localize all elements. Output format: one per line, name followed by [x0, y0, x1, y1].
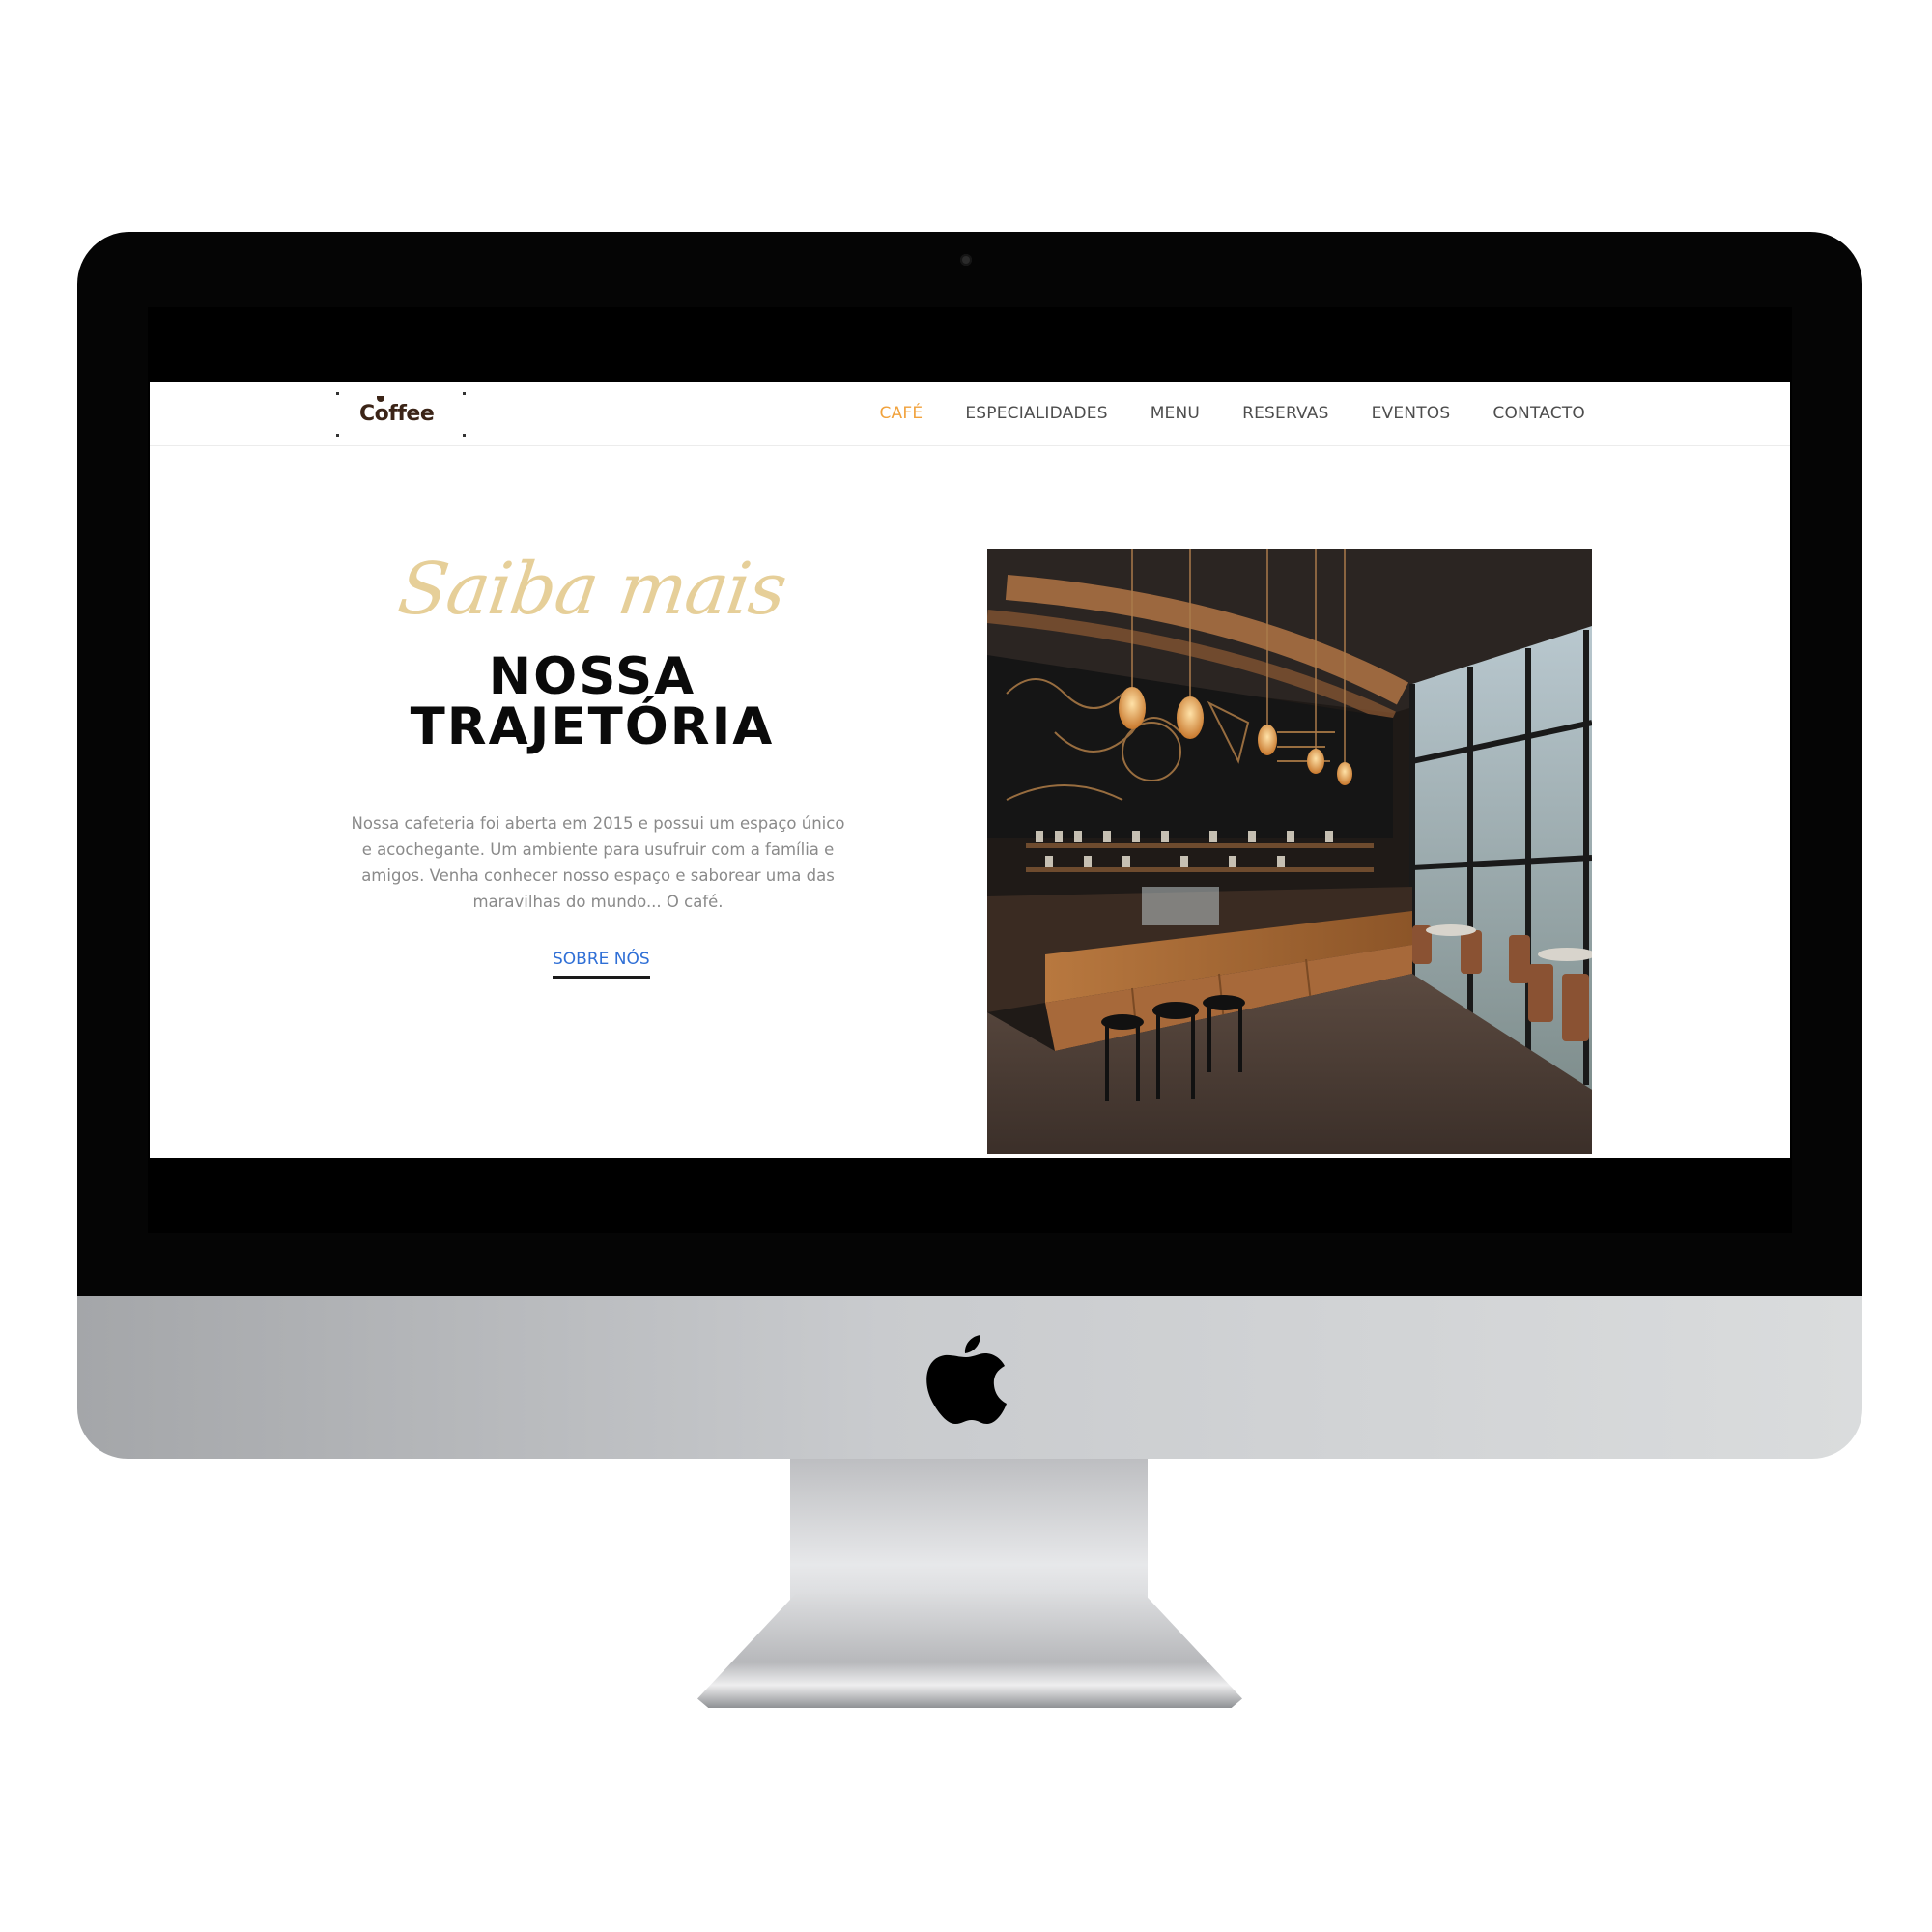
- nav-item-cafe[interactable]: CAFÉ: [879, 404, 923, 423]
- nav-item-reservas[interactable]: RESERVAS: [1242, 404, 1329, 423]
- top-navbar: Coffee CAFÉ ESPECIALIDADES MENU RESERVAS…: [150, 382, 1790, 446]
- hero-title-line-2: TRAJETÓRIA: [410, 697, 775, 756]
- cafe-interior-photo: [987, 549, 1592, 1154]
- nav-item-especialidades[interactable]: ESPECIALIDADES: [965, 404, 1107, 423]
- about-us-link[interactable]: SOBRE NÓS: [553, 950, 650, 979]
- logo-text: Coffee: [359, 402, 435, 426]
- hero-title: NOSSA TRAJETÓRIA: [389, 647, 795, 756]
- apple-logo-icon: [926, 1335, 1007, 1424]
- nav-item-menu[interactable]: MENU: [1151, 404, 1200, 423]
- nav-menu: CAFÉ ESPECIALIDADES MENU RESERVAS EVENTO…: [879, 382, 1585, 445]
- site-logo[interactable]: Coffee: [335, 391, 467, 438]
- nav-item-contacto[interactable]: CONTACTO: [1492, 404, 1585, 423]
- imac-stand-foot: [697, 1594, 1242, 1708]
- webcam-icon: [960, 254, 972, 266]
- nav-item-eventos[interactable]: EVENTOS: [1372, 404, 1451, 423]
- website-viewport: Coffee CAFÉ ESPECIALIDADES MENU RESERVAS…: [150, 382, 1790, 1158]
- hero-description: Nossa cafeteria foi aberta em 2015 e pos…: [351, 814, 845, 911]
- hero-title-line-1: NOSSA: [488, 647, 696, 706]
- script-subtitle: Saiba mais: [393, 548, 791, 631]
